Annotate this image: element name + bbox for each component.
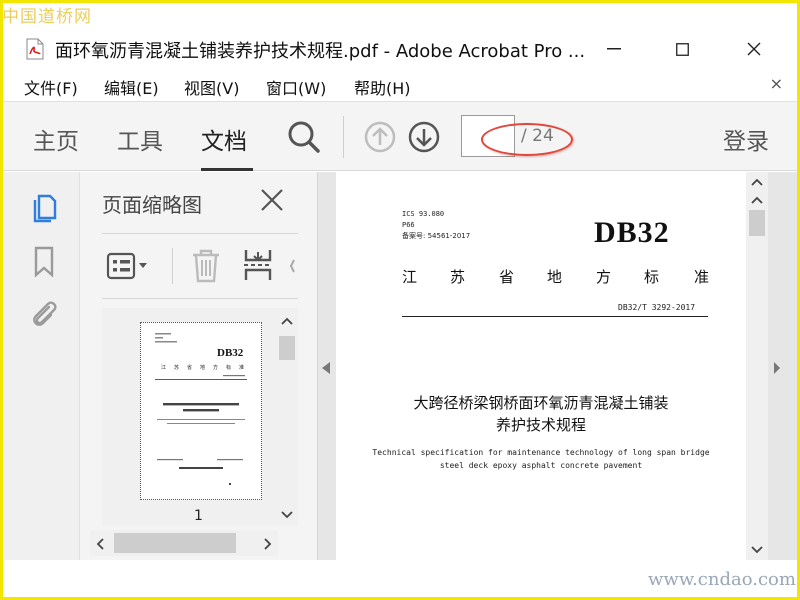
login-button[interactable]: 登录: [723, 122, 769, 156]
maximize-button[interactable]: [659, 34, 705, 64]
doc-standard-char: 地: [547, 268, 563, 286]
menu-view[interactable]: 视图(V): [184, 75, 239, 99]
doc-code: DB32/T 3292-2017: [618, 303, 696, 312]
thumbnail-panel: 页面缩略图 DB32 江苏省地方标准 1: [80, 172, 318, 560]
doc-ics: ICS 93.080: [402, 210, 445, 218]
tab-document[interactable]: 文档: [201, 122, 247, 156]
menu-close-button[interactable]: ×: [770, 74, 783, 93]
scroll-thumb[interactable]: [749, 210, 765, 236]
thumbnail-list: DB32 江苏省地方标准 1: [102, 308, 298, 526]
doc-logo: DB32: [594, 216, 670, 249]
active-tab-indicator: [201, 168, 253, 171]
page-thumbnails-icon[interactable]: [27, 190, 61, 224]
title-bar: 面环氧沥青混凝土铺装养护技术规程.pdf - Adobe Acrobat Pro…: [3, 30, 797, 70]
scroll-thumb[interactable]: [279, 336, 295, 360]
scroll-up-icon[interactable]: [281, 317, 293, 325]
doc-standard-char: 苏: [450, 268, 466, 286]
thumbnail-toolbar: [102, 233, 298, 299]
thumbnail-page-label: 1: [194, 508, 203, 524]
thumbnail-preview: DB32 江苏省地方标准: [155, 333, 252, 485]
menu-bar: 文件(F) 编辑(E) 视图(V) 窗口(W) 帮助(H) ×: [3, 72, 797, 100]
menu-help[interactable]: 帮助(H): [354, 75, 411, 99]
scroll-down-icon[interactable]: [751, 546, 763, 554]
search-icon[interactable]: [287, 120, 321, 154]
svg-text:江苏省地方标准: 江苏省地方标准: [161, 364, 252, 371]
close-icon[interactable]: [258, 186, 286, 214]
minimize-icon: [607, 48, 621, 50]
doc-standard-char: 准: [694, 268, 710, 286]
doc-class: P66: [402, 221, 415, 229]
doc-rule: [402, 316, 708, 317]
document-vertical-scrollbar[interactable]: [746, 172, 768, 560]
doc-standard-char: 省: [499, 268, 515, 286]
doc-english-title-line-2: steel deck epoxy asphalt concrete paveme…: [439, 461, 643, 470]
tab-home[interactable]: 主页: [33, 122, 79, 156]
close-window-button[interactable]: [731, 34, 777, 64]
doc-title-line-1: 大跨径桥梁钢桥面环氧沥青混凝土铺装: [413, 394, 669, 412]
close-icon: [747, 42, 761, 56]
thumbnail-vertical-scrollbar[interactable]: [276, 308, 298, 526]
maximize-icon: [675, 42, 689, 56]
doc-standard-char: 方: [596, 268, 612, 286]
doc-title-line-2: 养护技术规程: [495, 416, 586, 434]
more-tools-icon[interactable]: [288, 258, 298, 274]
arrow-up-circle-icon[interactable]: [364, 121, 396, 153]
menu-file[interactable]: 文件(F): [24, 75, 78, 99]
svg-text:DB32: DB32: [217, 347, 244, 359]
scroll-right-icon[interactable]: [264, 538, 272, 550]
doc-standard-char: 江: [402, 268, 418, 286]
pdf-file-icon: [26, 38, 44, 60]
red-annotation-ellipse: [481, 123, 573, 156]
collapse-panel-icon[interactable]: [322, 362, 330, 374]
document-viewer: ICS 93.080 P66 备案号: 54561-2017 DB32 江 苏 …: [318, 172, 797, 560]
toolbar: 主页 工具 文档 / 24 登录: [3, 101, 797, 171]
watermark-bottom: www.cndao.com: [648, 569, 796, 590]
doc-english-title-line-1: Technical specification for maintenance …: [372, 448, 710, 457]
arrow-down-circle-icon[interactable]: [408, 121, 440, 153]
scroll-down-icon[interactable]: [281, 511, 293, 519]
toolbar-separator: [343, 116, 344, 158]
delete-trash-icon[interactable]: [190, 248, 222, 284]
page-thumbnail-1[interactable]: DB32 江苏省地方标准: [140, 322, 262, 500]
panel-title: 页面缩略图: [102, 193, 202, 217]
minimize-button[interactable]: [591, 34, 637, 64]
scroll-up-icon[interactable]: [751, 196, 763, 204]
watermark-top: 中国道桥网: [2, 7, 92, 27]
extract-pages-icon[interactable]: [242, 246, 274, 284]
thumbnail-horizontal-scrollbar[interactable]: [90, 530, 278, 556]
menu-window[interactable]: 窗口(W): [266, 75, 326, 99]
doc-standard-char: 标: [644, 268, 660, 286]
options-menu-icon[interactable]: [106, 250, 152, 282]
attachment-paperclip-icon[interactable]: [27, 298, 61, 332]
doc-record-no: 备案号: 54561-2017: [402, 232, 471, 240]
scroll-thumb-horizontal[interactable]: [114, 533, 236, 553]
menu-edit[interactable]: 编辑(E): [104, 75, 159, 99]
scroll-up-icon[interactable]: [751, 178, 763, 186]
bookmark-icon[interactable]: [27, 244, 61, 278]
expand-right-panel-icon[interactable]: [774, 362, 780, 374]
window-title: 面环氧沥青混凝土铺装养护技术规程.pdf - Adobe Acrobat Pro…: [55, 41, 586, 62]
pdf-page: ICS 93.080 P66 备案号: 54561-2017 DB32 江 苏 …: [336, 172, 746, 560]
tools-separator: [172, 248, 173, 284]
navigation-rail: [3, 172, 80, 560]
scroll-left-icon[interactable]: [96, 538, 104, 550]
tab-tools[interactable]: 工具: [117, 122, 163, 156]
